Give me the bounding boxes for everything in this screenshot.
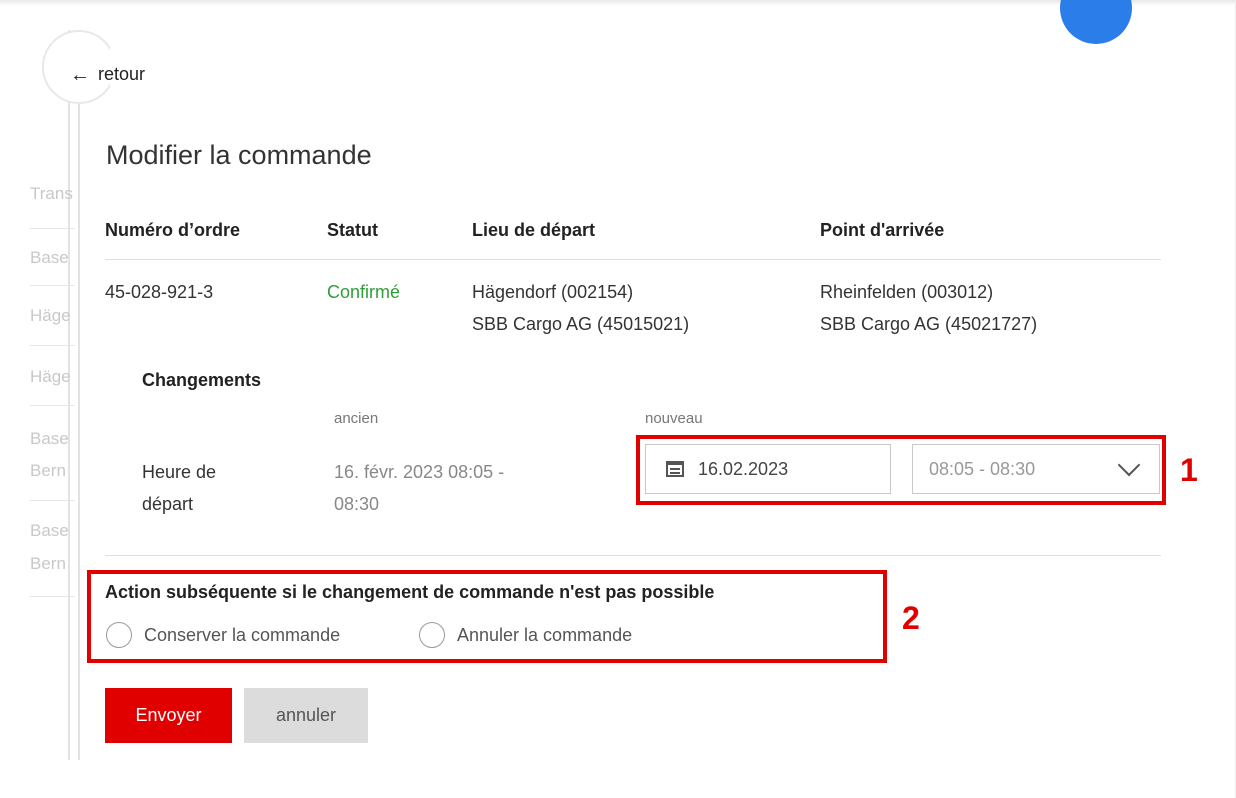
background-separator bbox=[30, 500, 75, 501]
arrow-left-icon: ← bbox=[70, 63, 90, 86]
column-old-label: ancien bbox=[334, 410, 379, 427]
highlight-box-1 bbox=[636, 435, 1166, 505]
background-page: Trans Base Häge Häge Base Bern Base Bern bbox=[0, 0, 110, 798]
old-value-line: 16. févr. 2023 08:05 - bbox=[334, 462, 505, 482]
header-status: Statut bbox=[327, 220, 378, 240]
departure-location: Hägendorf (002154) SBB Cargo AG (4501502… bbox=[472, 276, 689, 340]
background-separator bbox=[30, 345, 75, 346]
radio-label: Conserver la commande bbox=[144, 624, 341, 645]
arrival-location: Rheinfelden (003012) SBB Cargo AG (45021… bbox=[820, 276, 1037, 340]
background-row: Bern bbox=[30, 461, 66, 480]
background-row: Trans bbox=[30, 184, 73, 203]
action-title: Action subséquente si le changement de c… bbox=[105, 582, 715, 602]
background-row: Base bbox=[30, 429, 69, 448]
back-link-label: retour bbox=[98, 64, 146, 84]
back-link[interactable]: ← retour bbox=[70, 64, 145, 85]
cancel-button[interactable]: annuler bbox=[244, 688, 368, 743]
order-number: 45-028-921-3 bbox=[105, 282, 214, 302]
blue-avatar-badge[interactable] bbox=[1060, 0, 1132, 44]
background-row: Häge bbox=[30, 306, 71, 325]
background-row: Base bbox=[30, 521, 69, 540]
table-divider bbox=[105, 259, 1161, 260]
arrival-station: Rheinfelden (003012) bbox=[820, 282, 994, 302]
background-separator bbox=[30, 596, 75, 597]
arrival-company: SBB Cargo AG (45021727) bbox=[820, 314, 1038, 334]
column-new-label: nouveau bbox=[645, 410, 703, 427]
background-row: Bern bbox=[30, 554, 66, 573]
old-departure-time: 16. févr. 2023 08:05 - 08:30 bbox=[334, 456, 574, 520]
field-label-departure-time: Heure de départ bbox=[142, 456, 272, 520]
page-title: Modifier la commande bbox=[106, 140, 372, 170]
header-arrival: Point d'arrivée bbox=[820, 220, 945, 240]
background-row: Base bbox=[30, 248, 69, 267]
field-label-line: Heure de bbox=[142, 462, 217, 482]
header-departure: Lieu de départ bbox=[472, 220, 596, 240]
background-separator bbox=[30, 228, 75, 229]
field-label-line: départ bbox=[142, 494, 194, 514]
background-row: Häge bbox=[30, 367, 71, 386]
changes-title: Changements bbox=[142, 370, 262, 390]
radio-circle[interactable] bbox=[106, 622, 132, 648]
departure-company: SBB Cargo AG (45015021) bbox=[472, 314, 690, 334]
section-divider bbox=[105, 555, 1161, 556]
callout-number-2: 2 bbox=[902, 600, 920, 636]
departure-station: Hägendorf (002154) bbox=[472, 282, 634, 302]
radio-keep-order[interactable]: Conserver la commande bbox=[106, 622, 340, 648]
background-divider bbox=[78, 30, 80, 760]
callout-number-1: 1 bbox=[1180, 452, 1198, 488]
radio-label: Annuler la commande bbox=[457, 624, 633, 645]
top-shadow bbox=[0, 0, 1236, 6]
background-separator bbox=[30, 285, 75, 286]
radio-cancel-order[interactable]: Annuler la commande bbox=[419, 622, 632, 648]
submit-button[interactable]: Envoyer bbox=[105, 688, 232, 743]
background-separator bbox=[30, 405, 75, 406]
background-divider bbox=[68, 30, 70, 760]
old-value-line: 08:30 bbox=[334, 494, 380, 514]
status-badge: Confirmé bbox=[327, 282, 401, 302]
header-order-number: Numéro d’ordre bbox=[105, 220, 241, 240]
radio-circle[interactable] bbox=[419, 622, 445, 648]
